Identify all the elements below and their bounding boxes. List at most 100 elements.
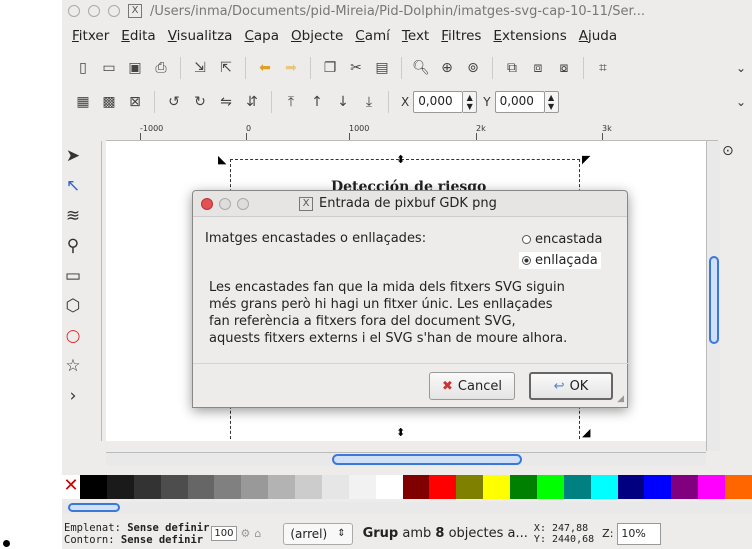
palette-swatch[interactable] bbox=[268, 475, 295, 499]
palette-swatch[interactable] bbox=[483, 475, 510, 499]
vertical-scrollbar[interactable] bbox=[706, 141, 720, 451]
scale-handle-top-left[interactable]: ◣ bbox=[218, 153, 226, 166]
minimize-window-button[interactable] bbox=[88, 5, 100, 17]
vertical-ruler[interactable] bbox=[84, 141, 102, 441]
palette-swatch[interactable] bbox=[321, 475, 349, 499]
scale-handle-bottom-right[interactable]: ◢ bbox=[582, 426, 590, 439]
toolbar2-overflow-chevron-icon[interactable]: ⌄ bbox=[736, 95, 746, 109]
palette-swatch[interactable] bbox=[698, 475, 725, 499]
palette-swatch[interactable] bbox=[429, 475, 457, 499]
flip-horizontal-icon[interactable]: ⇋ bbox=[216, 92, 236, 112]
palette-swatch[interactable] bbox=[644, 475, 672, 499]
zoom-page-small-icon[interactable]: ⊙ bbox=[722, 143, 752, 159]
paste-icon[interactable]: ▤ bbox=[372, 58, 392, 78]
zoom-input[interactable]: 10% bbox=[617, 522, 662, 545]
menu-visualitza[interactable]: Visualitza bbox=[162, 28, 239, 44]
horizontal-scrollbar-thumb[interactable] bbox=[332, 454, 522, 465]
ok-button[interactable]: ↩ OK bbox=[529, 372, 613, 400]
select-all-layers-icon[interactable]: ▩ bbox=[99, 92, 119, 112]
print-icon[interactable]: ⎙ bbox=[151, 58, 171, 78]
menu-ajuda[interactable]: Ajuda bbox=[573, 28, 623, 44]
maximize-window-button[interactable] bbox=[108, 5, 120, 17]
scale-handle-bottom[interactable]: ⬍ bbox=[396, 426, 405, 439]
align-distribute-icon[interactable]: ⌗ bbox=[593, 58, 613, 78]
star-tool-icon[interactable]: ☆ bbox=[62, 351, 84, 381]
palette-swatch[interactable] bbox=[106, 475, 134, 499]
unlink-clone-icon[interactable]: ⧈ bbox=[528, 58, 548, 78]
duplicate-icon[interactable]: ❐ bbox=[320, 58, 340, 78]
palette-swatch[interactable] bbox=[160, 475, 188, 499]
node-tool-icon[interactable]: ↖ bbox=[62, 171, 84, 201]
palette-swatch[interactable] bbox=[241, 475, 269, 499]
palette-scrollbar-thumb[interactable] bbox=[68, 503, 120, 512]
lock-layer-icon[interactable]: ⌂ bbox=[254, 527, 261, 540]
palette-swatch[interactable] bbox=[456, 475, 484, 499]
selector-tool-icon[interactable]: ➤ bbox=[62, 141, 84, 171]
scale-handle-top[interactable]: ⬍ bbox=[396, 153, 405, 166]
zoom-drawing-icon[interactable]: ⊕ bbox=[437, 58, 457, 78]
palette-swatch[interactable] bbox=[563, 475, 591, 499]
menu-filtres[interactable]: Filtres bbox=[435, 28, 487, 44]
cancel-button[interactable]: ✖ Cancel bbox=[429, 372, 515, 400]
embed-radio[interactable]: encastada bbox=[519, 231, 605, 248]
palette-swatch[interactable] bbox=[80, 475, 107, 499]
layer-selector[interactable]: (arrel) ⇕ bbox=[283, 522, 353, 545]
ellipse-tool-icon[interactable]: ○ bbox=[62, 321, 84, 351]
rectangle-tool-icon[interactable]: ▭ bbox=[62, 261, 84, 291]
menu-capa[interactable]: Capa bbox=[238, 28, 285, 44]
hide-layer-icon[interactable]: ⚙ bbox=[241, 527, 251, 540]
menu-fitxer[interactable]: Fitxer bbox=[66, 28, 115, 44]
open-folder-icon[interactable]: ▭ bbox=[99, 58, 119, 78]
vertical-scrollbar-thumb[interactable] bbox=[709, 256, 719, 344]
raise-to-top-icon[interactable]: ⤒ bbox=[281, 92, 301, 112]
palette-scrollbar[interactable] bbox=[62, 502, 752, 514]
palette-swatch[interactable] bbox=[617, 475, 645, 499]
resize-grip-icon[interactable]: ◢ bbox=[617, 394, 624, 404]
menu-extensions[interactable]: Extensions bbox=[487, 28, 572, 44]
zoom-selection-icon[interactable]: 🔍︎ bbox=[411, 58, 431, 78]
dialog-minimize-button[interactable] bbox=[219, 197, 231, 210]
deselect-icon[interactable]: ⊠ bbox=[125, 92, 145, 112]
flip-vertical-icon[interactable]: ⇵ bbox=[242, 92, 262, 112]
select-original-icon[interactable]: ⧇ bbox=[554, 58, 574, 78]
palette-swatch[interactable] bbox=[187, 475, 215, 499]
rotate-cw-icon[interactable]: ↻ bbox=[190, 92, 210, 112]
x-input[interactable]: 0,000 bbox=[413, 91, 464, 113]
rotate-ccw-icon[interactable]: ↺ bbox=[164, 92, 184, 112]
palette-swatch[interactable] bbox=[671, 475, 699, 499]
cut-icon[interactable]: ✂ bbox=[346, 58, 366, 78]
palette-swatch[interactable] bbox=[510, 475, 537, 499]
link-radio[interactable]: enllaçada bbox=[519, 252, 601, 269]
export-icon[interactable]: ⇱ bbox=[216, 58, 236, 78]
palette-swatch[interactable] bbox=[375, 475, 403, 499]
3d-box-tool-icon[interactable]: ⬡ bbox=[62, 291, 84, 321]
zoom-page-icon[interactable]: ⊚ bbox=[463, 58, 483, 78]
opacity-input[interactable]: 100 bbox=[211, 526, 237, 541]
palette-swatch[interactable] bbox=[214, 475, 242, 499]
fill-stroke-indicator[interactable]: Emplenat: Sense definir Contorn: Sense d… bbox=[62, 522, 209, 546]
no-paint-swatch[interactable]: ✕ bbox=[62, 475, 80, 499]
palette-swatch[interactable] bbox=[725, 475, 752, 499]
more-tools-chevron-icon[interactable]: › bbox=[62, 381, 84, 411]
menu-cami[interactable]: Camí bbox=[349, 28, 396, 44]
y-stepper[interactable]: ▲ ▼ bbox=[544, 91, 559, 113]
menu-objecte[interactable]: Objecte bbox=[285, 28, 349, 44]
undo-icon[interactable]: ⬅ bbox=[255, 58, 275, 78]
lower-to-bottom-icon[interactable]: ⤓ bbox=[359, 92, 379, 112]
palette-swatch[interactable] bbox=[348, 475, 376, 499]
palette-swatch[interactable] bbox=[536, 475, 564, 499]
menu-text[interactable]: Text bbox=[396, 28, 435, 44]
horizontal-ruler[interactable]: -1000 0 1000 2k 3k bbox=[106, 123, 718, 141]
raise-icon[interactable]: ↑ bbox=[307, 92, 327, 112]
palette-swatch[interactable] bbox=[402, 475, 430, 499]
zoom-tool-icon[interactable]: ⚲ bbox=[62, 231, 84, 261]
toolbar-overflow-chevron-icon[interactable]: ⌄ bbox=[736, 61, 746, 75]
clone-icon[interactable]: ⧉ bbox=[502, 58, 522, 78]
palette-swatch[interactable] bbox=[133, 475, 161, 499]
menu-edita[interactable]: Edita bbox=[115, 28, 161, 44]
new-document-icon[interactable]: ▯ bbox=[73, 58, 93, 78]
close-window-button[interactable] bbox=[68, 5, 80, 17]
dialog-close-button[interactable] bbox=[201, 197, 213, 210]
x-stepper[interactable]: ▲ ▼ bbox=[463, 91, 478, 113]
dialog-maximize-button[interactable] bbox=[237, 197, 249, 210]
